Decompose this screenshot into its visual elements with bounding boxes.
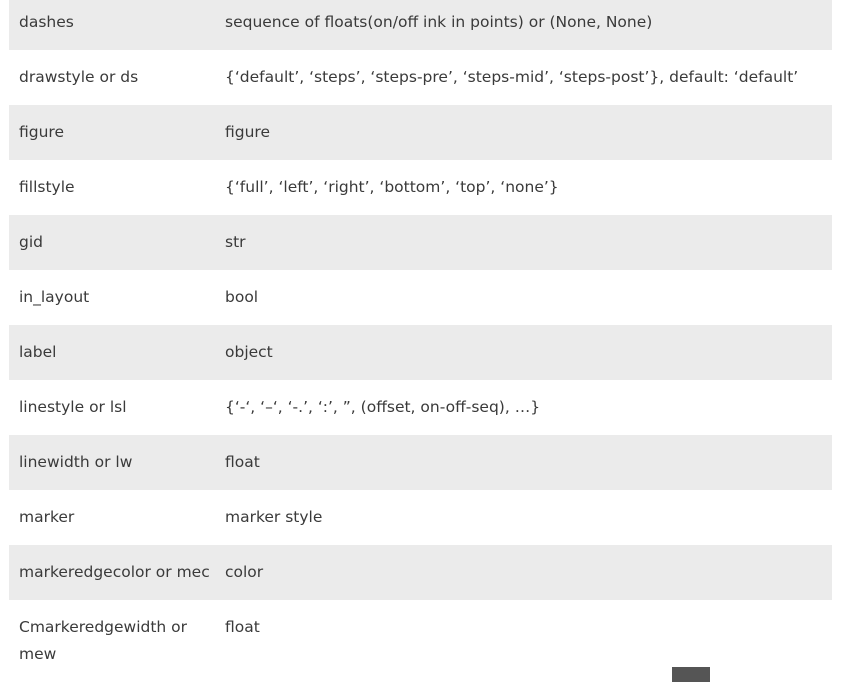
property-name: marker bbox=[19, 508, 75, 526]
table-row: figure figure bbox=[9, 105, 832, 160]
property-name: dashes bbox=[19, 13, 74, 31]
scroll-to-top-button[interactable] bbox=[672, 667, 710, 682]
property-name: linestyle or lsl bbox=[19, 398, 127, 416]
property-value: bool bbox=[225, 288, 259, 306]
table-row: gid str bbox=[9, 215, 832, 270]
table-row: markeredgecolor or mec color bbox=[9, 545, 832, 600]
property-name: drawstyle or ds bbox=[19, 68, 139, 86]
property-name: in_layout bbox=[19, 288, 90, 306]
property-value: color bbox=[225, 563, 264, 581]
property-value: figure bbox=[225, 123, 270, 141]
property-value: object bbox=[225, 343, 273, 361]
property-value: str bbox=[225, 233, 246, 251]
table-row: fillstyle {‘full’, ‘left’, ‘right’, ‘bot… bbox=[9, 160, 832, 215]
properties-table: dashes sequence of floats(on/off ink in … bbox=[9, 0, 832, 682]
property-name: fillstyle bbox=[19, 178, 75, 196]
property-name: gid bbox=[19, 233, 43, 251]
property-value: marker style bbox=[225, 508, 323, 526]
property-value: {‘-‘, ‘–‘, ‘-.’, ‘:’, ”, (offset, on-off… bbox=[225, 398, 541, 416]
property-value: {‘full’, ‘left’, ‘right’, ‘bottom’, ‘top… bbox=[225, 178, 559, 196]
property-value: {‘default’, ‘steps’, ‘steps-pre’, ‘steps… bbox=[225, 68, 799, 86]
property-value: sequence of floats(on/off ink in points)… bbox=[225, 13, 653, 31]
property-name: Cmarkeredgewidth or mew bbox=[19, 618, 188, 663]
property-name: label bbox=[19, 343, 57, 361]
property-value: float bbox=[225, 453, 260, 471]
property-name: markeredgecolor or mec bbox=[19, 563, 210, 581]
table-row: linewidth or lw float bbox=[9, 435, 832, 490]
table-row: in_layout bool bbox=[9, 270, 832, 325]
table-row: linestyle or lsl {‘-‘, ‘–‘, ‘-.’, ‘:’, ”… bbox=[9, 380, 832, 435]
property-name: figure bbox=[19, 123, 64, 141]
page: dashes sequence of floats(on/off ink in … bbox=[0, 0, 862, 682]
property-name: linewidth or lw bbox=[19, 453, 133, 471]
table-row: marker marker style bbox=[9, 490, 832, 545]
table-row: label object bbox=[9, 325, 832, 380]
table-row: dashes sequence of floats(on/off ink in … bbox=[9, 0, 832, 50]
property-value: float bbox=[225, 618, 260, 636]
table-row: drawstyle or ds {‘default’, ‘steps’, ‘st… bbox=[9, 50, 832, 105]
